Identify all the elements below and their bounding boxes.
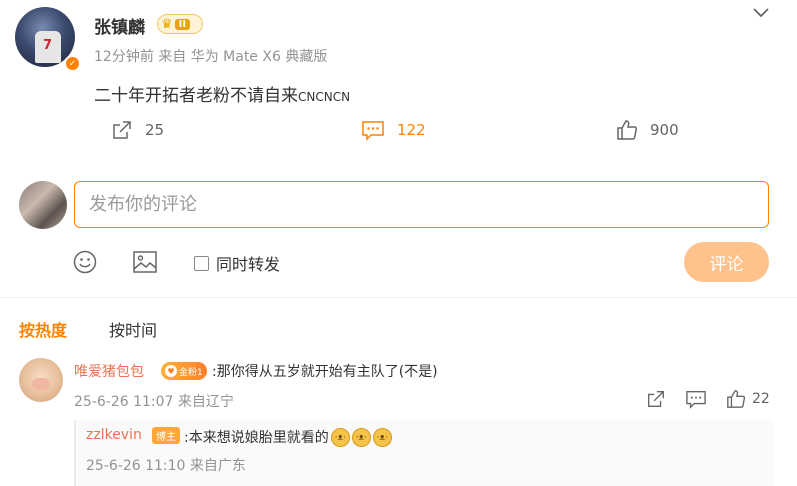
comment-text: :那你得从五岁就开始有主队了(不是) [212, 364, 438, 380]
current-user-avatar [19, 181, 67, 229]
comment-input[interactable] [74, 181, 769, 228]
comment-meta: 25-6-26 11:07 来自辽宁 [74, 394, 234, 410]
comment-like-button[interactable]: 22 [726, 389, 770, 409]
comment-count: 122 [397, 121, 426, 139]
comment-like-count: 22 [752, 391, 770, 407]
like-count: 900 [650, 121, 679, 139]
repost-label: 同时转发 [216, 255, 281, 274]
share-count: 25 [145, 121, 165, 139]
comment-icon [362, 121, 384, 141]
reply-author-name[interactable]: zzlkevin [86, 427, 142, 443]
submit-comment-button[interactable]: 评论 [684, 242, 769, 282]
share-icon [113, 121, 131, 139]
doge-emoji-icon: ·ᴥ· [330, 427, 350, 447]
chevron-down-icon[interactable] [752, 6, 770, 20]
fan-badge[interactable]: ♥ 金粉1 [161, 362, 207, 380]
reply-text: :本来想说娘胎里就看的 [184, 430, 329, 446]
pig-snout [32, 378, 50, 390]
tab-sort-time[interactable]: 按时间 [109, 317, 157, 341]
heart-icon: ♥ [165, 365, 177, 377]
reply-meta: 25-6-26 11:10 来自广东 [86, 458, 246, 474]
post-text: 二十年开拓者老粉不请自来CNCNCN [94, 81, 350, 106]
reply-text-row: :本来想说娘胎里就看的 ·ᴥ· ·ᴥ· ·ᴥ· [184, 427, 392, 447]
comment-share-icon[interactable] [646, 389, 666, 409]
comment-reply-icon[interactable] [685, 389, 707, 409]
level-label: II [174, 18, 191, 30]
post-text-main: 二十年开拓者老粉不请自来 [94, 86, 298, 106]
comment-button[interactable]: 122 [361, 119, 426, 141]
author-name[interactable]: 张镇麟 [94, 13, 145, 38]
doge-emoji-icon: ·ᴥ· [351, 427, 371, 447]
crown-icon: ♛ [161, 16, 173, 32]
repost-checkbox[interactable]: 同时转发 [194, 251, 280, 275]
commenter-avatar[interactable] [19, 358, 63, 402]
like-button[interactable]: 900 [616, 119, 679, 141]
thumbs-up-icon [617, 120, 638, 140]
doge-emoji-icon: ·ᴥ· [372, 427, 392, 447]
tab-sort-hot[interactable]: 按热度 [19, 317, 67, 341]
post-meta: 12分钟前 来自 华为 Mate X6 典藏版 [94, 49, 328, 65]
avatar-jersey: 7 [35, 31, 61, 63]
fan-badge-label: 金粉1 [179, 367, 203, 378]
thumbs-up-icon [727, 390, 746, 408]
commenter-name[interactable]: 唯爱猪包包 [74, 361, 144, 381]
checkbox-box[interactable] [194, 255, 209, 271]
verified-icon: ✓ [64, 55, 81, 72]
jersey-number: 7 [43, 38, 53, 53]
emoji-icon[interactable] [72, 249, 98, 275]
post-text-tail: CNCNCN [298, 90, 351, 104]
level-badge[interactable]: ♛ II [157, 14, 203, 34]
image-icon[interactable] [132, 250, 158, 274]
blogger-badge: 博主 [152, 427, 180, 444]
divider [0, 297, 797, 298]
share-button[interactable]: 25 [111, 119, 164, 141]
